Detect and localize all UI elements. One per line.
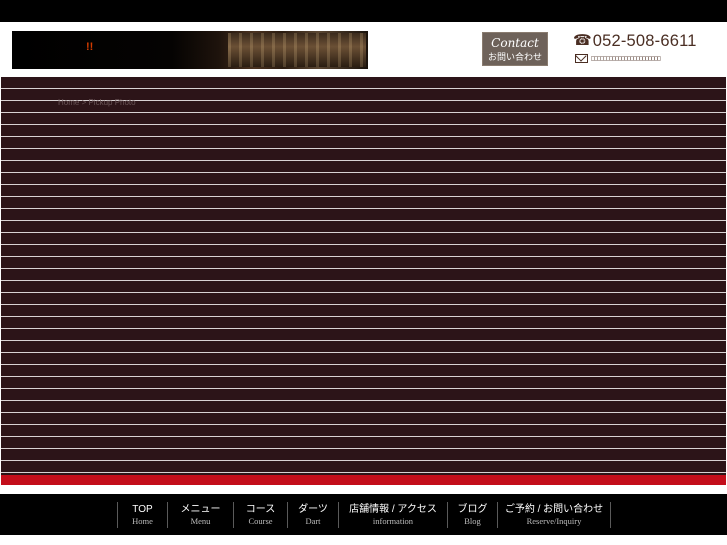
- nav-item-label: コース: [245, 503, 276, 515]
- telephone-icon: ☎: [573, 32, 592, 49]
- email-link[interactable]: □□□□□□□□□□□□□□□□□□□□□□□: [575, 52, 661, 64]
- nav-item-dart[interactable]: ダーツ Dart: [288, 502, 339, 528]
- breadcrumb[interactable]: Home > Pickup Photo: [58, 98, 136, 107]
- banner-photo: [228, 33, 366, 67]
- site-header: !! Contact お問い合わせ ☎ 052-508-6611 □□□□□□□…: [0, 22, 727, 76]
- nav-item-sublabel: Course: [248, 515, 273, 526]
- nav-item-menu[interactable]: メニュー Menu: [168, 502, 234, 528]
- top-black-bar: [0, 0, 727, 22]
- nav-item-sublabel: information: [372, 515, 414, 526]
- nav-item-reserve[interactable]: ご予約 / お問い合わせ Reserve/Inquiry: [498, 502, 611, 528]
- phone-number[interactable]: ☎ 052-508-6611: [573, 31, 697, 51]
- email-address: □□□□□□□□□□□□□□□□□□□□□□□: [591, 54, 661, 62]
- nav-item-blog[interactable]: ブログ Blog: [448, 502, 498, 528]
- nav-item-label: ご予約 / お問い合わせ: [504, 503, 604, 515]
- nav-item-sublabel: Blog: [464, 515, 481, 526]
- main-content: Home > Pickup Photo: [1, 77, 726, 475]
- phone-number-text: 052-508-6611: [592, 31, 697, 50]
- nav-item-sublabel: Reserve/Inquiry: [526, 515, 582, 526]
- nav-item-label: 店舗情報 / アクセス: [349, 503, 437, 515]
- contact-button[interactable]: Contact お問い合わせ: [482, 32, 548, 66]
- nav-item-label: メニュー: [180, 503, 221, 515]
- nav-item-information[interactable]: 店舗情報 / アクセス information: [339, 502, 448, 528]
- nav-item-sublabel: Home: [132, 515, 153, 526]
- banner-logo[interactable]: !!: [12, 31, 368, 69]
- nav-item-sublabel: Menu: [190, 515, 211, 526]
- global-nav: TOP Home メニュー Menu コース Course ダーツ Dart 店…: [117, 502, 611, 528]
- nav-item-label: TOP: [132, 503, 153, 515]
- contact-label: お問い合わせ: [487, 52, 542, 62]
- contact-script-label: Contact: [491, 36, 539, 50]
- nav-item-label: ダーツ: [298, 503, 328, 515]
- banner-text: !!: [86, 41, 94, 53]
- nav-item-course[interactable]: コース Course: [234, 502, 288, 528]
- envelope-icon: [575, 53, 588, 63]
- nav-item-sublabel: Dart: [305, 515, 321, 526]
- red-accent-bar: [1, 475, 726, 485]
- footer-nav-bar: TOP Home メニュー Menu コース Course ダーツ Dart 店…: [0, 494, 727, 535]
- nav-item-top[interactable]: TOP Home: [118, 502, 168, 528]
- nav-item-label: ブログ: [457, 503, 488, 515]
